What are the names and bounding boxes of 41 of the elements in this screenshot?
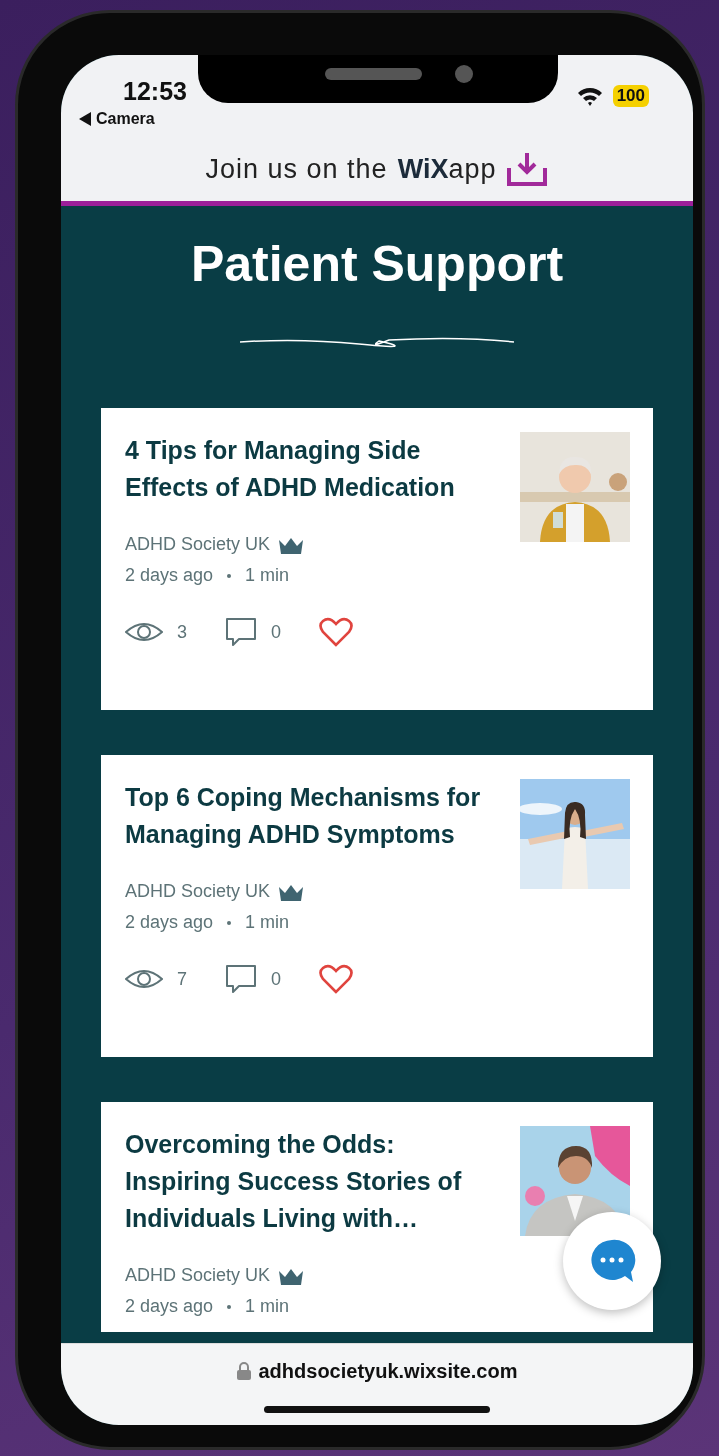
post-card[interactable]: Overcoming the Odds: Inspiring Success Stories of Individuals Living with… ADHD Society UK 2 days ago 1 min xyxy=(101,1102,653,1332)
author-name[interactable]: ADHD Society UK xyxy=(125,1262,271,1289)
comment-count: 0 xyxy=(271,620,282,644)
post-date: 2 days ago xyxy=(125,911,214,934)
clock-time: 12:53 xyxy=(123,76,187,107)
read-time: 1 min xyxy=(245,911,290,934)
author-name[interactable]: ADHD Society UK xyxy=(125,531,271,558)
comment-icon[interactable] xyxy=(225,964,257,994)
url-text: adhdsocietyuk.wixsite.com xyxy=(258,1359,518,1384)
post-date: 2 days ago xyxy=(125,1295,214,1318)
view-count: 7 xyxy=(177,967,187,991)
read-time: 1 min xyxy=(245,1295,290,1318)
separator-dot xyxy=(227,920,232,925)
comment-icon[interactable] xyxy=(225,617,257,647)
post-title[interactable]: 4 Tips for Managing Side Effects of ADHD Medication xyxy=(125,432,487,506)
post-card[interactable]: Top 6 Coping Mechanisms for Managing ADHD Symptoms ADHD Society UK 2 days ago 1 min 7 0 xyxy=(101,755,653,1057)
heart-icon[interactable] xyxy=(319,617,354,647)
download-icon[interactable] xyxy=(506,152,549,187)
separator-dot xyxy=(227,1304,232,1309)
lock-icon xyxy=(236,1362,251,1380)
read-time: 1 min xyxy=(245,564,290,587)
battery-level: 100 xyxy=(612,85,649,107)
back-icon[interactable] xyxy=(79,112,91,126)
comment-count: 0 xyxy=(271,967,282,991)
banner-text[interactable]: Join us on the xyxy=(205,149,388,190)
wifi-icon xyxy=(576,86,603,106)
post-date: 2 days ago xyxy=(125,564,214,587)
post-title[interactable]: Overcoming the Odds: Inspiring Success Stories of Individuals Living with… xyxy=(125,1126,487,1237)
post-card[interactable]: 4 Tips for Managing Side Effects of ADHD Medication ADHD Society UK 2 days ago 1 min 3 0 xyxy=(101,408,653,710)
eye-icon xyxy=(125,620,163,644)
heart-icon[interactable] xyxy=(319,964,354,994)
separator-dot xyxy=(227,573,232,578)
view-count: 3 xyxy=(177,620,187,644)
wix-logo[interactable]: WiX xyxy=(397,149,449,190)
post-title[interactable]: Top 6 Coping Mechanisms for Managing ADHD Symptoms xyxy=(125,779,487,853)
address-bar[interactable]: adhdsocietyuk.wixsite.com xyxy=(61,1343,693,1425)
author-name[interactable]: ADHD Society UK xyxy=(125,878,271,905)
back-link[interactable]: Camera xyxy=(96,107,155,131)
page-title: Patient Support xyxy=(189,235,565,294)
banner-app-text[interactable]: app xyxy=(448,149,497,190)
eye-icon xyxy=(125,967,163,991)
